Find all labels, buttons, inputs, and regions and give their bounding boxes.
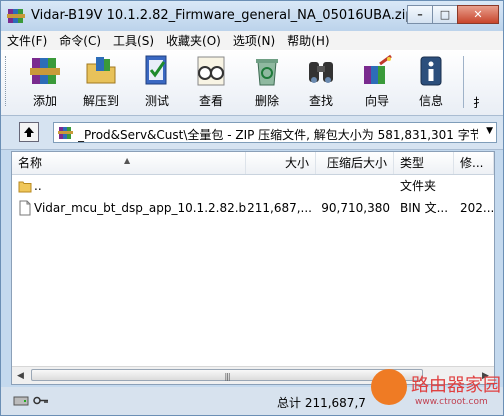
dropdown-arrow-icon[interactable]: ▼ — [486, 126, 493, 136]
info-icon — [420, 56, 442, 86]
list-header: 名称 ▲ 大小 压缩后大小 类型 修... — [12, 152, 494, 175]
test-label: 测试 — [144, 94, 169, 108]
menu-tools[interactable]: 工具(S) — [107, 32, 160, 49]
books-add-icon — [30, 58, 60, 84]
list-item-parent-folder[interactable]: .. 文件夹 — [12, 176, 494, 196]
menu-help[interactable]: 帮助(H) — [281, 32, 335, 49]
delete-label: 删除 — [254, 94, 279, 108]
extract-folder-icon — [86, 57, 116, 84]
info-button[interactable]: 信息 — [405, 54, 457, 112]
status-total: 总计 211,687,7...1 个文件 — [277, 396, 367, 410]
key-icon[interactable] — [33, 394, 49, 407]
wizard-label: 向导 — [364, 94, 389, 108]
winrar-window: Vidar-B19V 10.1.2.82_Firmware_general_NA… — [0, 0, 504, 416]
add-label: 添加 — [32, 94, 57, 108]
item-type: 文件夹 — [400, 179, 437, 193]
delete-button[interactable]: 删除 — [241, 54, 293, 112]
item-packed — [316, 176, 390, 196]
scroll-left-icon[interactable]: ◀ — [12, 367, 29, 384]
binoculars-icon — [309, 62, 333, 83]
menu-favorites[interactable]: 收藏夹(O) — [160, 32, 227, 49]
find-button[interactable]: 查找 — [295, 54, 347, 112]
column-header-type[interactable]: 类型 — [394, 152, 454, 174]
info-label: 信息 — [418, 94, 443, 108]
item-modified: 202... — [460, 201, 494, 215]
find-label: 查找 — [308, 94, 333, 108]
column-header-packed[interactable]: 压缩后大小 — [316, 152, 394, 174]
watermark-url: www.ctroot.com — [415, 397, 488, 407]
address-text: _Prod&Serv&Cust\全量包 - ZIP 压缩文件, 解包大小为 58… — [78, 128, 478, 142]
watermark-text: 路由器家园 — [411, 375, 501, 396]
menu-file[interactable]: 文件(F) — [1, 32, 53, 49]
view-label: 查看 — [198, 94, 223, 108]
title-bar[interactable]: Vidar-B19V 10.1.2.82_Firmware_general_NA… — [1, 1, 503, 31]
zip-archive-icon — [58, 127, 73, 139]
column-header-size[interactable]: 大小 — [246, 152, 316, 174]
item-name: .. — [34, 179, 42, 193]
drive-icon[interactable] — [13, 394, 29, 407]
up-arrow-icon — [24, 127, 34, 137]
watermark-logo: 路由器家园 www.ctroot.com — [367, 367, 503, 415]
menu-options[interactable]: 选项(N) — [227, 32, 281, 49]
toolbar-grip[interactable] — [5, 56, 9, 106]
file-icon — [19, 200, 31, 216]
home-logo-icon — [371, 369, 407, 405]
view-glasses-icon — [197, 56, 225, 86]
grip-icon: ||| — [224, 372, 230, 381]
winrar-app-icon — [7, 9, 25, 23]
address-bar: _Prod&Serv&Cust\全量包 - ZIP 压缩文件, 解包大小为 58… — [1, 116, 503, 150]
menu-bar: 文件(F) 命令(C) 工具(S) 收藏夹(O) 选项(N) 帮助(H) — [1, 31, 503, 50]
sort-ascending-icon: ▲ — [124, 156, 131, 165]
menu-commands[interactable]: 命令(C) — [53, 32, 107, 49]
test-button[interactable]: 测试 — [131, 54, 183, 112]
test-checklist-icon — [145, 55, 167, 85]
view-button[interactable]: 查看 — [185, 54, 237, 112]
column-header-name[interactable]: 名称 ▲ — [12, 152, 246, 174]
item-modified — [460, 176, 494, 196]
wizard-wand-icon — [364, 54, 392, 84]
toolbar: 添加 解压到 测试 查看 删除 查找 向导 信息 扌 — [1, 50, 503, 116]
extract-to-button[interactable]: 解压到 — [75, 54, 127, 112]
minimize-button[interactable]: – — [407, 5, 433, 24]
add-button[interactable]: 添加 — [19, 54, 71, 112]
list-item-bin-file[interactable]: Vidar_mcu_bt_dsp_app_10.1.2.82.bin 211,6… — [12, 198, 494, 218]
close-button[interactable]: ✕ — [457, 5, 499, 24]
file-list: 名称 ▲ 大小 压缩后大小 类型 修... .. 文件夹 Vidar_mcu_b… — [11, 151, 495, 385]
column-header-modified[interactable]: 修... — [454, 152, 494, 174]
toolbar-separator — [463, 56, 464, 108]
extract-to-label: 解压到 — [82, 94, 119, 108]
toolbar-overflow-label[interactable]: 扌 — [473, 94, 485, 111]
wizard-button[interactable]: 向导 — [351, 54, 403, 112]
maximize-button[interactable]: □ — [432, 5, 458, 24]
item-type: BIN 文... — [400, 201, 449, 215]
item-name: Vidar_mcu_bt_dsp_app_10.1.2.82.bin — [34, 201, 246, 215]
item-size: 211,687,... — [247, 201, 312, 215]
window-controls: – □ ✕ — [407, 5, 499, 24]
up-folder-button[interactable] — [19, 122, 39, 142]
column-name-label: 名称 — [18, 156, 43, 170]
recycle-bin-icon — [256, 59, 278, 86]
scrollbar-thumb[interactable]: ||| — [31, 369, 423, 381]
folder-icon — [18, 181, 32, 193]
address-combobox[interactable]: _Prod&Serv&Cust\全量包 - ZIP 压缩文件, 解包大小为 58… — [53, 122, 497, 143]
item-packed: 90,710,380 — [321, 201, 390, 215]
item-size — [246, 176, 308, 196]
